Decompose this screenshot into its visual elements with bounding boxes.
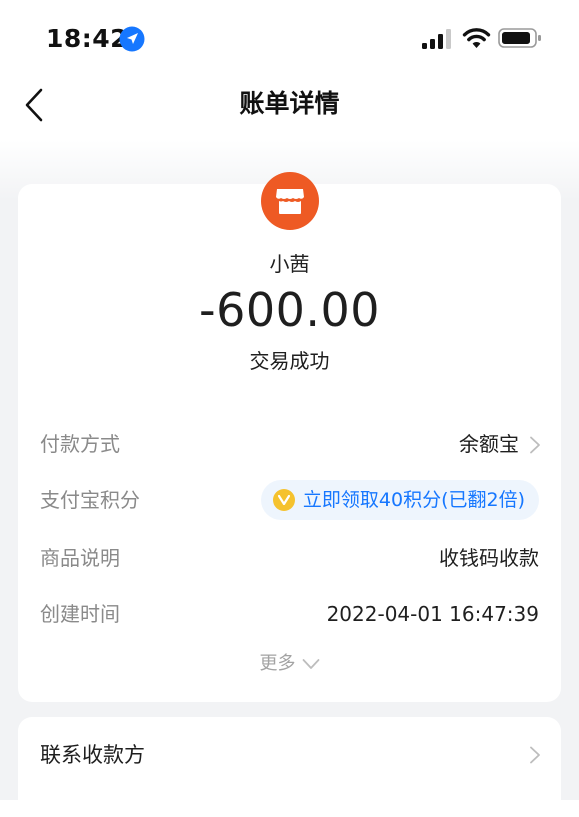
payment-method-row[interactable]: 付款方式 余额宝 xyxy=(18,422,561,466)
merchant-avatar xyxy=(261,172,319,230)
transaction-status: 交易成功 xyxy=(249,349,330,373)
battery-icon xyxy=(498,28,541,48)
payment-method-value: 余额宝 xyxy=(459,432,519,456)
points-label: 支付宝积分 xyxy=(40,488,140,512)
claim-points-button[interactable]: 立即领取40积分(已翻2倍) xyxy=(260,480,539,520)
status-time: 18:42 xyxy=(46,24,129,53)
chevron-right-icon xyxy=(530,436,540,454)
wifi-icon xyxy=(462,28,491,48)
more-label: 更多 xyxy=(259,653,296,674)
cellular-signal-icon xyxy=(422,29,451,49)
location-arrow-icon xyxy=(119,26,145,52)
created-time-value: 2022-04-01 16:47:39 xyxy=(326,602,539,626)
transaction-amount: -600.00 xyxy=(198,283,381,337)
chevron-right-icon xyxy=(530,746,540,764)
product-description-value: 收钱码收款 xyxy=(439,546,539,570)
product-description-row: 商品说明 收钱码收款 xyxy=(18,536,561,580)
nav-bar: 账单详情 xyxy=(0,78,579,130)
contact-payee-label: 联系收款方 xyxy=(40,743,145,767)
status-bar: 18:42 xyxy=(0,0,579,78)
created-time-row: 创建时间 2022-04-01 16:47:39 xyxy=(18,592,561,636)
chevron-down-icon xyxy=(302,659,319,669)
storefront-icon xyxy=(276,189,304,214)
points-row: 支付宝积分 立即领取40积分(已翻2倍) xyxy=(18,480,561,524)
points-coin-icon xyxy=(272,489,295,511)
created-time-label: 创建时间 xyxy=(40,602,120,626)
product-description-label: 商品说明 xyxy=(40,546,120,570)
payment-method-label: 付款方式 xyxy=(40,432,120,456)
claim-points-text: 立即领取40积分(已翻2倍) xyxy=(302,489,525,511)
merchant-name: 小茜 xyxy=(269,252,310,276)
more-details-button[interactable]: 更多 xyxy=(18,650,561,682)
transaction-detail-card: 小茜 -600.00 交易成功 付款方式 余额宝 支付宝积分 立即领取40积分(… xyxy=(18,172,561,702)
contact-payee-row[interactable]: 联系收款方 xyxy=(18,717,561,817)
page-title: 账单详情 xyxy=(239,89,340,118)
